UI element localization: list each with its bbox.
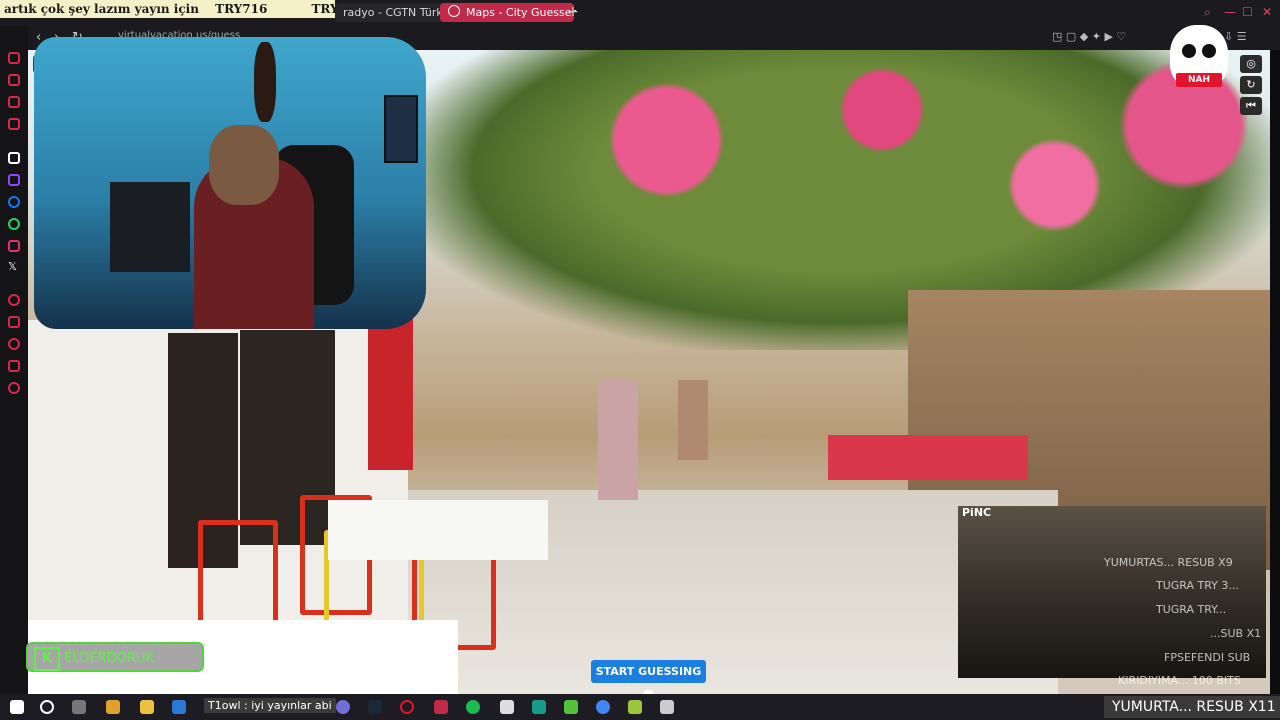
channel-skull-logo: NAH (1170, 25, 1228, 87)
globe-icon (448, 5, 460, 17)
restart-button[interactable]: ⏮ (1240, 97, 1262, 115)
red-chair (198, 520, 278, 630)
violin (254, 42, 276, 122)
start-guessing-button[interactable]: START GUESSING ⬤ (591, 660, 706, 701)
chrome-icon[interactable] (596, 700, 610, 714)
sidebar-mail-icon[interactable] (8, 96, 20, 108)
obs-plugin-icon[interactable] (564, 700, 578, 714)
wall-poster (384, 95, 418, 163)
pedestrian (678, 380, 708, 460)
streamer-name: ELDERDORUK (64, 651, 155, 666)
tab-radio[interactable]: radyo - CGTN Türk radyo (335, 3, 478, 22)
search-icon[interactable] (40, 700, 54, 714)
cam2-brand-logo: PiNC (962, 506, 992, 519)
opera-browser-icon[interactable] (434, 700, 448, 714)
logo-tag: NAH (1176, 73, 1222, 87)
sidebar-ai-icon[interactable] (8, 152, 20, 164)
ticker-line: TUGRA TRY... (1156, 603, 1227, 616)
donation-amount-1: TRY716 (215, 2, 268, 16)
refresh-button[interactable]: ↻ (1240, 76, 1262, 94)
shield-icon[interactable] (660, 700, 674, 714)
maximize-icon[interactable]: ☐ (1242, 5, 1253, 19)
pedestrian (598, 380, 638, 500)
alert-ticker-tray: YUMURTA... RESUB X11 (1104, 696, 1280, 718)
sidebar-messenger-icon[interactable] (8, 196, 20, 208)
donation-amount-2: TRY25000 (311, 2, 335, 16)
ticker-line: TUGRA TRY 3... (1156, 579, 1239, 592)
steam-icon[interactable] (368, 700, 382, 714)
tablecloth (328, 500, 548, 560)
sidebar-x-icon[interactable]: 𝕏 (8, 260, 17, 273)
sidebar-heart-icon[interactable] (8, 316, 20, 328)
app-icon[interactable] (628, 700, 642, 714)
kick-logo-icon: K (34, 647, 60, 671)
minimize-icon[interactable]: — (1224, 5, 1236, 19)
ticker-line: YUMURTAS... RESUB X9 (1104, 556, 1233, 569)
tab-city-guesser[interactable]: Maps - City Guesser (440, 3, 576, 22)
sidebar-flow-icon[interactable] (8, 360, 20, 372)
windows-start-icon[interactable] (10, 700, 24, 714)
chat-message: T1owl : iyi yayınlar abi (204, 698, 336, 713)
opera-gx-icon[interactable] (400, 700, 414, 714)
toolbar-icons[interactable]: ◳ ▢ ◆ ✦ ▶ ♡ (1052, 30, 1126, 43)
search-icon[interactable]: ⌕ (1204, 5, 1211, 20)
spotify-icon[interactable] (466, 700, 480, 714)
sidebar-whatsapp-icon[interactable] (8, 218, 20, 230)
ticker-line: KIRIDIYIMA... 100 BITS (1118, 674, 1241, 687)
mail-icon[interactable] (172, 700, 186, 714)
discord-icon[interactable] (336, 700, 350, 714)
red-tables (828, 435, 1028, 480)
file-explorer-icon[interactable] (140, 700, 154, 714)
close-icon[interactable]: ✕ (1262, 5, 1272, 19)
start-guessing-label: START GUESSING (595, 665, 702, 678)
sidebar-player-icon[interactable] (8, 294, 20, 306)
sidebar-instagram-icon[interactable] (8, 240, 20, 252)
tab-maps-label: Maps - City Guesser (466, 6, 576, 19)
donation-alert-bar: artık çok şey lazım yayın için TRY716 TR… (0, 0, 335, 18)
webcam-overlay (34, 37, 426, 329)
task-view-icon[interactable] (72, 700, 86, 714)
app-icon[interactable] (532, 700, 546, 714)
sidebar-box-icon[interactable] (8, 118, 20, 130)
toolbar-icons-right[interactable]: ⇩ ☰ (1224, 30, 1247, 43)
sidebar-home-icon[interactable] (8, 52, 20, 64)
app-icon[interactable] (500, 700, 514, 714)
compass-button[interactable]: ◎ (1240, 55, 1262, 73)
streamer-name-tag: K ELDERDORUK (26, 642, 204, 672)
sidebar-bag-icon[interactable] (8, 74, 20, 86)
sidebar-history-icon[interactable] (8, 338, 20, 350)
donation-text: artık çok şey lazım yayın için (4, 2, 199, 16)
sidebar-settings-icon[interactable] (8, 382, 20, 394)
sidebar-twitch-icon[interactable] (8, 174, 20, 186)
ticker-line: ...SUB X1 (1210, 627, 1262, 640)
pc-case (110, 182, 190, 272)
new-tab-button[interactable]: + (566, 4, 580, 20)
streamer-head (209, 125, 279, 205)
ticker-line: FPSEFENDI SUB (1164, 651, 1251, 664)
copilot-icon[interactable] (106, 700, 120, 714)
